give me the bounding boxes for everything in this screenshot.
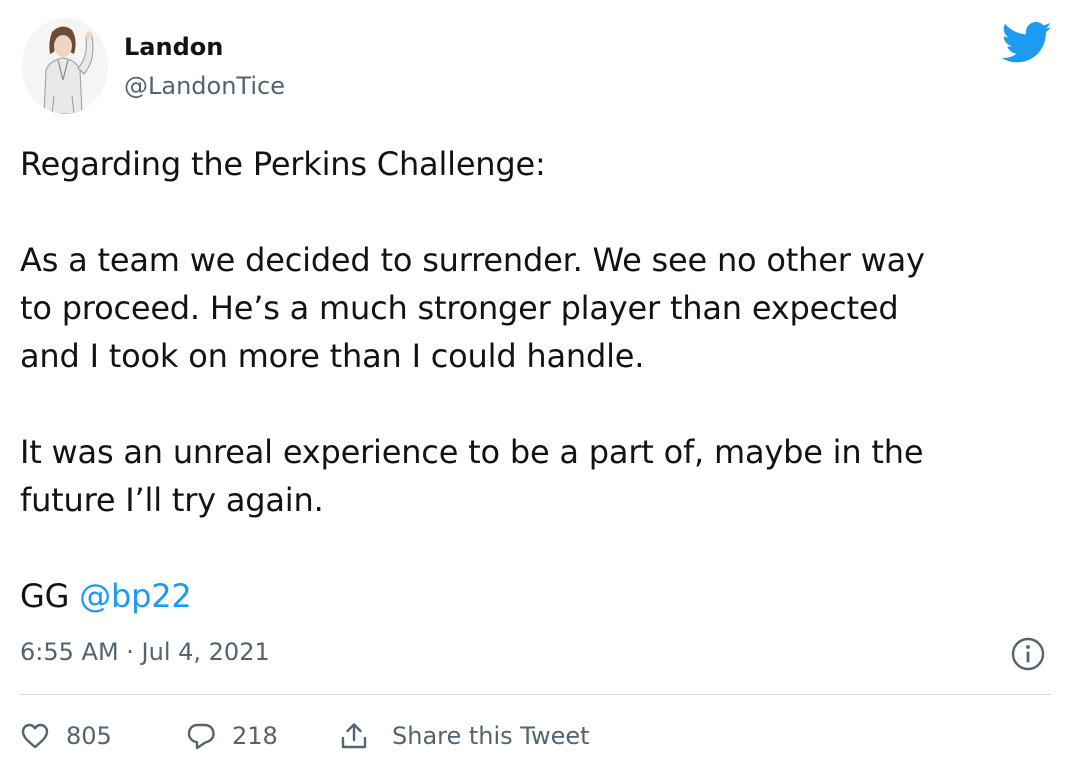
tweet-text-line-1: Regarding the Perkins Challenge:	[20, 145, 546, 183]
tweet-timestamp[interactable]: 6:55 AM · Jul 4, 2021	[20, 638, 270, 666]
share-button[interactable]: Share this Tweet	[338, 714, 590, 758]
tweet-card: Landon @LandonTice Regarding the Perkins…	[0, 0, 1073, 764]
reply-button[interactable]: 218	[186, 714, 278, 758]
avatar[interactable]	[22, 18, 108, 114]
share-label: Share this Tweet	[392, 722, 590, 750]
avatar-illustration-icon	[22, 18, 108, 114]
reply-count: 218	[232, 722, 278, 750]
tweet-text-paragraph-2: As a team we decided to surrender. We se…	[20, 241, 925, 375]
share-icon	[341, 723, 367, 749]
info-icon[interactable]	[1010, 636, 1046, 672]
author-handle[interactable]: @LandonTice	[124, 72, 285, 100]
author-name[interactable]: Landon	[124, 33, 223, 61]
like-count: 805	[66, 722, 112, 750]
tweet-text-gg: GG @bp22	[20, 572, 1055, 620]
mention-link[interactable]: @bp22	[79, 577, 192, 615]
heart-icon	[21, 723, 49, 749]
reply-bubble-icon	[187, 723, 215, 750]
twitter-bird-icon[interactable]	[1001, 22, 1053, 64]
tweet-text-paragraph-3: It was an unreal experience to be a part…	[20, 433, 924, 519]
divider	[20, 694, 1051, 695]
like-button[interactable]: 805	[20, 714, 112, 758]
gg-text: GG	[20, 577, 80, 615]
